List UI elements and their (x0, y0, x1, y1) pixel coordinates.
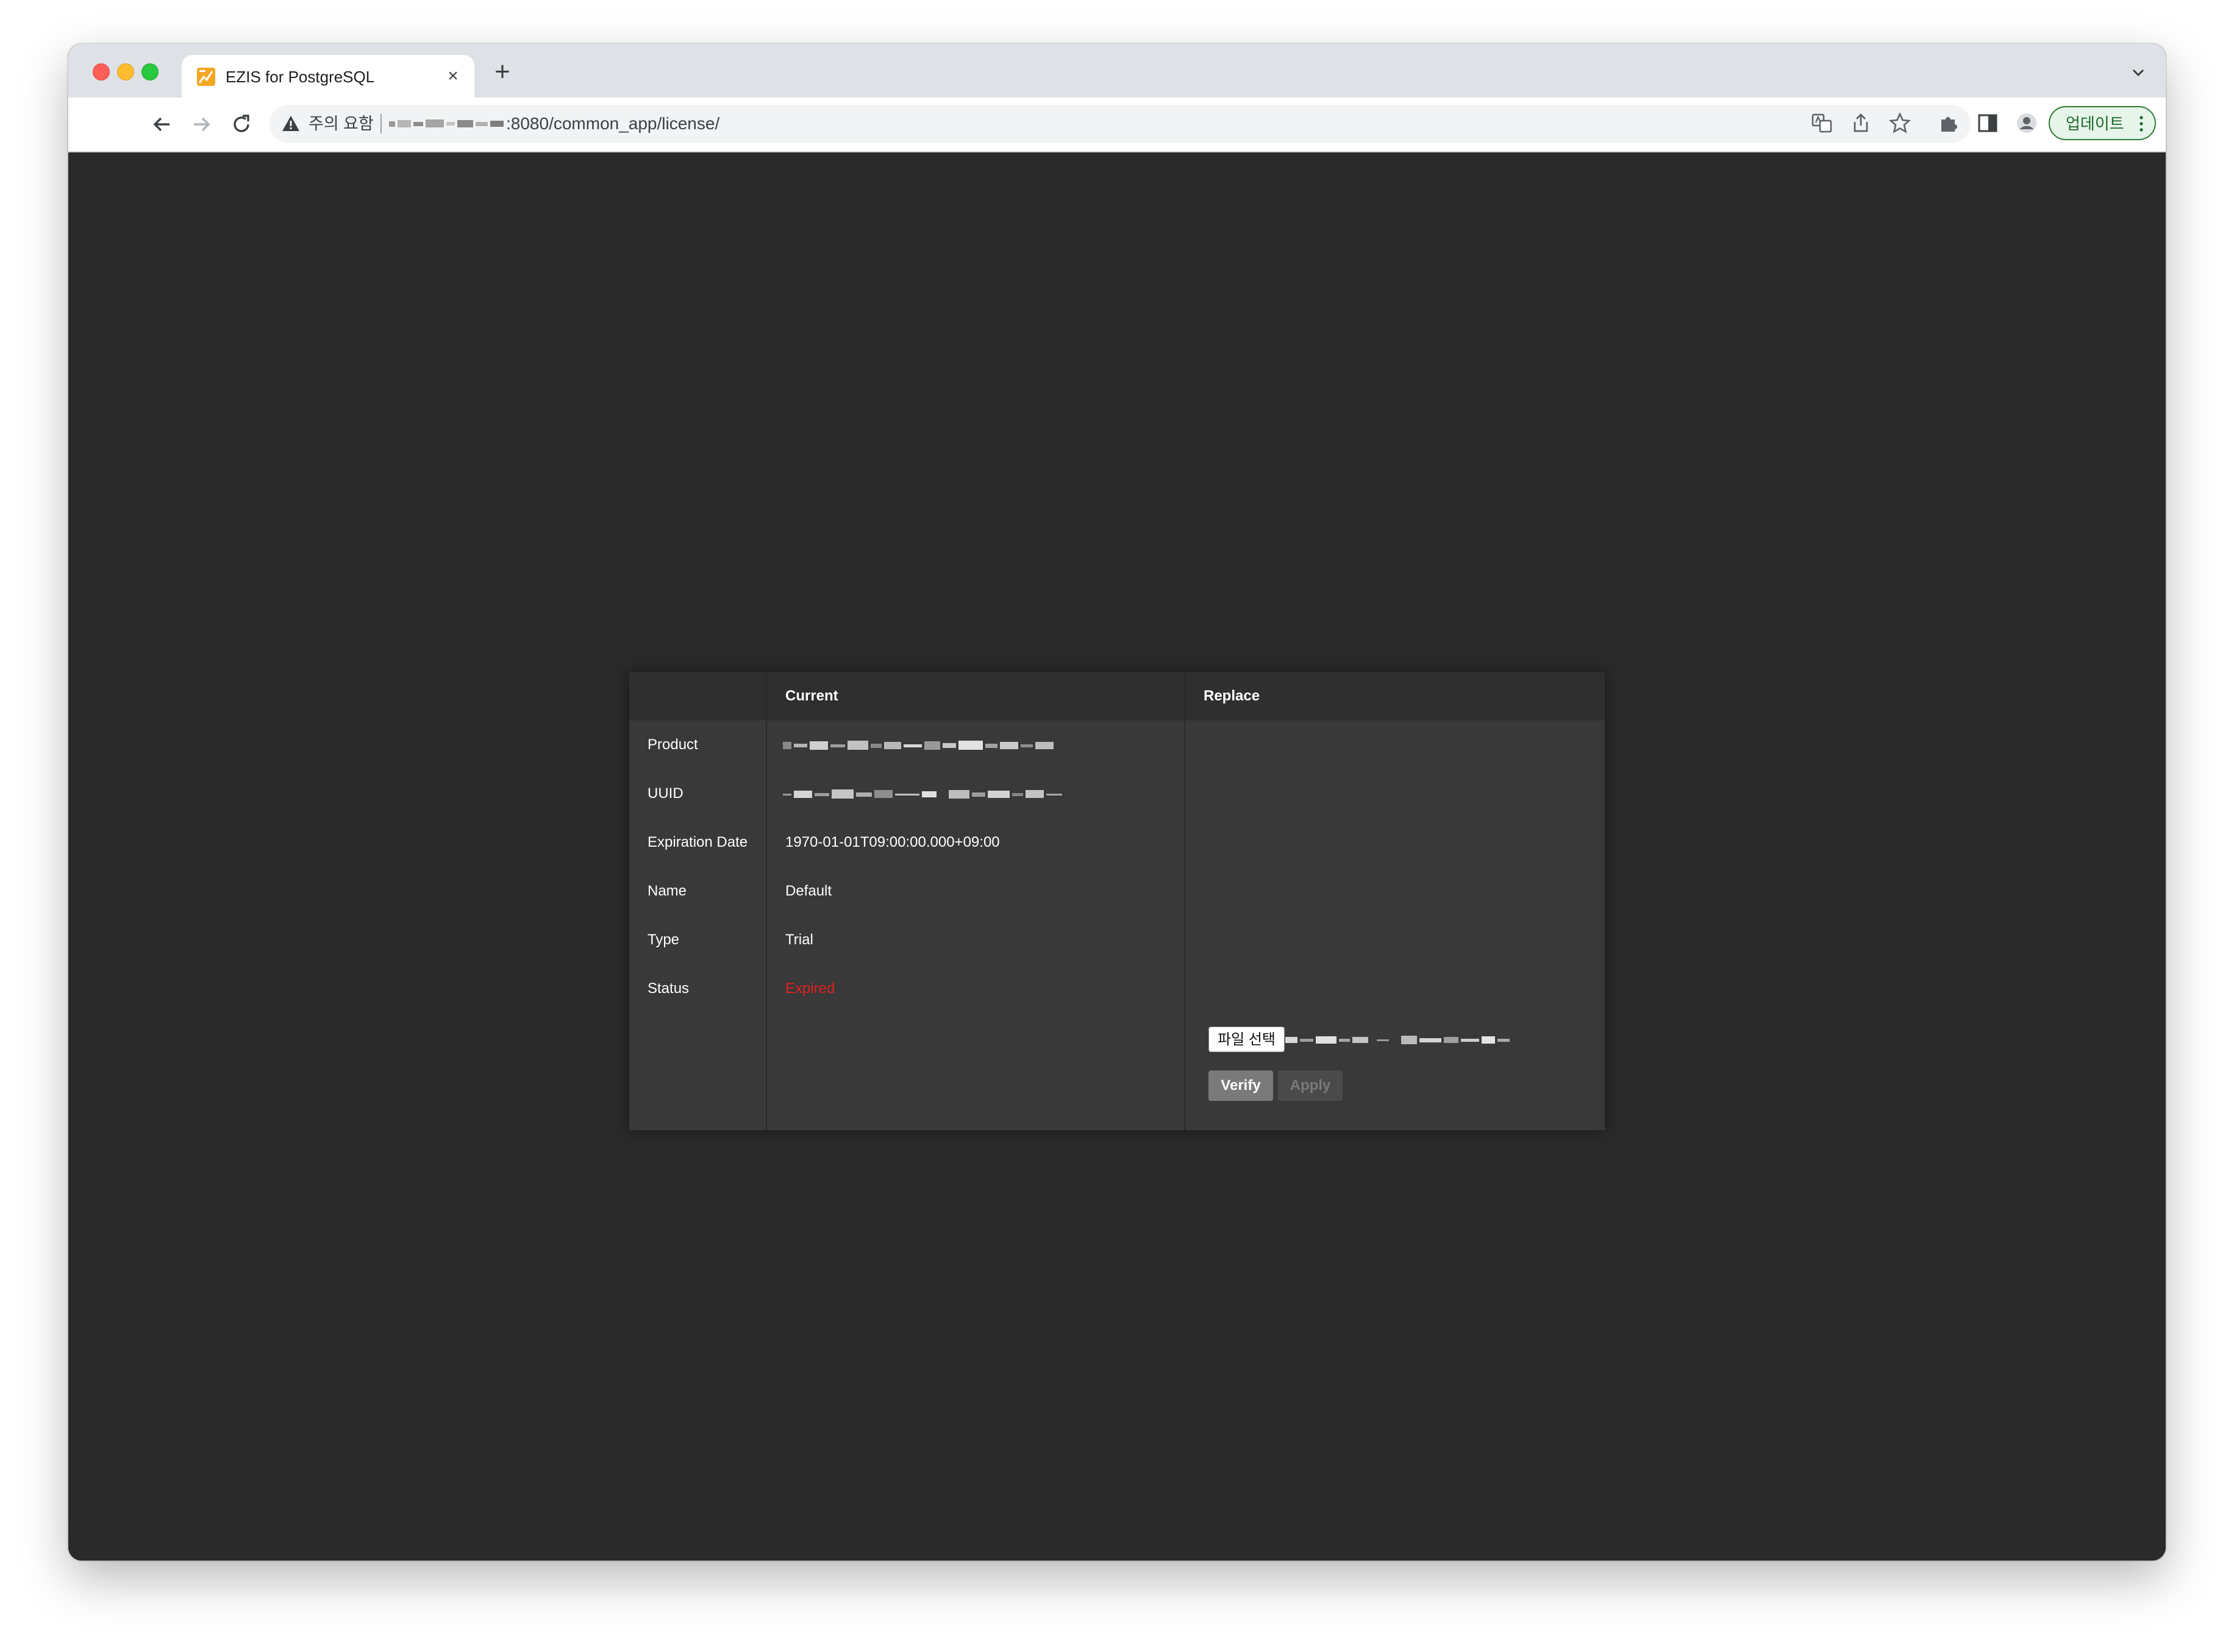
update-button-label: 업데이트 (2066, 115, 2124, 133)
share-icon[interactable] (1849, 111, 1873, 135)
column-divider-1 (766, 672, 767, 1130)
address-bar[interactable]: 주의 요함 :8080/common_app/license/ (269, 105, 1971, 143)
name-value: Default (785, 883, 832, 899)
url-text[interactable]: :8080/common_app/license/ (506, 114, 719, 134)
status-value: Expired (785, 980, 835, 997)
uuid-label: UUID (648, 785, 683, 802)
update-button[interactable]: 업데이트 (2049, 106, 2156, 140)
security-status-label[interactable]: 주의 요함 (309, 114, 374, 134)
product-value-redacted (783, 741, 1054, 750)
more-menu-icon[interactable] (2138, 115, 2145, 133)
new-tab-button[interactable]: + (489, 59, 516, 85)
apply-button[interactable]: Apply (1278, 1070, 1343, 1101)
product-label: Product (648, 736, 698, 753)
expiration-date-value: 1970-01-01T09:00:00.000+09:00 (785, 834, 1000, 850)
uuid-value-redacted (783, 789, 1062, 799)
file-chooser-button[interactable]: 파일 선택 (1208, 1027, 1285, 1052)
bookmark-star-icon[interactable] (1888, 111, 1912, 135)
type-label: Type (648, 931, 680, 948)
translate-icon[interactable] (1810, 111, 1834, 135)
replace-column-header: Replace (1204, 688, 1260, 704)
close-tab-icon[interactable]: × (443, 66, 463, 87)
expiration-date-label: Expiration Date (648, 834, 748, 850)
forward-arrow-icon[interactable] (188, 111, 215, 138)
chevron-down-icon[interactable] (2128, 62, 2149, 83)
redacted-host-graphic (389, 119, 504, 127)
tab-title: EZIS for PostgreSQL (226, 68, 375, 86)
ezis-logo-icon (197, 68, 215, 86)
warning-icon (282, 116, 299, 131)
verify-button[interactable]: Verify (1208, 1070, 1273, 1101)
minimize-window-button[interactable] (117, 63, 134, 80)
reload-icon[interactable] (228, 111, 255, 138)
back-arrow-icon[interactable] (149, 111, 176, 138)
current-column-header: Current (785, 688, 838, 704)
selected-file-name-redacted (1285, 1036, 1510, 1044)
close-window-button[interactable] (93, 63, 110, 80)
browser-window: EZIS for PostgreSQL × + 주의 요함:8080/comm… (68, 44, 2166, 1561)
license-table-header (629, 672, 1605, 721)
status-label: Status (648, 980, 690, 997)
extensions-puzzle-icon[interactable] (1936, 111, 1961, 135)
column-divider-2 (1184, 672, 1185, 1130)
license-panel: Current Replace Product UUID Expiration … (629, 672, 1605, 1130)
side-panel-icon[interactable] (1975, 111, 2000, 135)
browser-tab-active[interactable]: EZIS for PostgreSQL × (182, 55, 474, 98)
name-label: Name (648, 883, 687, 899)
zoom-window-button[interactable] (141, 63, 159, 80)
type-value: Trial (785, 931, 813, 948)
page-content: Current Replace Product UUID Expiration … (68, 152, 2166, 1561)
browser-toolbar: 주의 요함 :8080/common_app/license/ 업데이트 (68, 98, 2166, 152)
tab-strip: EZIS for PostgreSQL × + (68, 44, 2166, 98)
profile-avatar-icon[interactable] (2015, 111, 2039, 135)
address-separator (380, 114, 382, 134)
